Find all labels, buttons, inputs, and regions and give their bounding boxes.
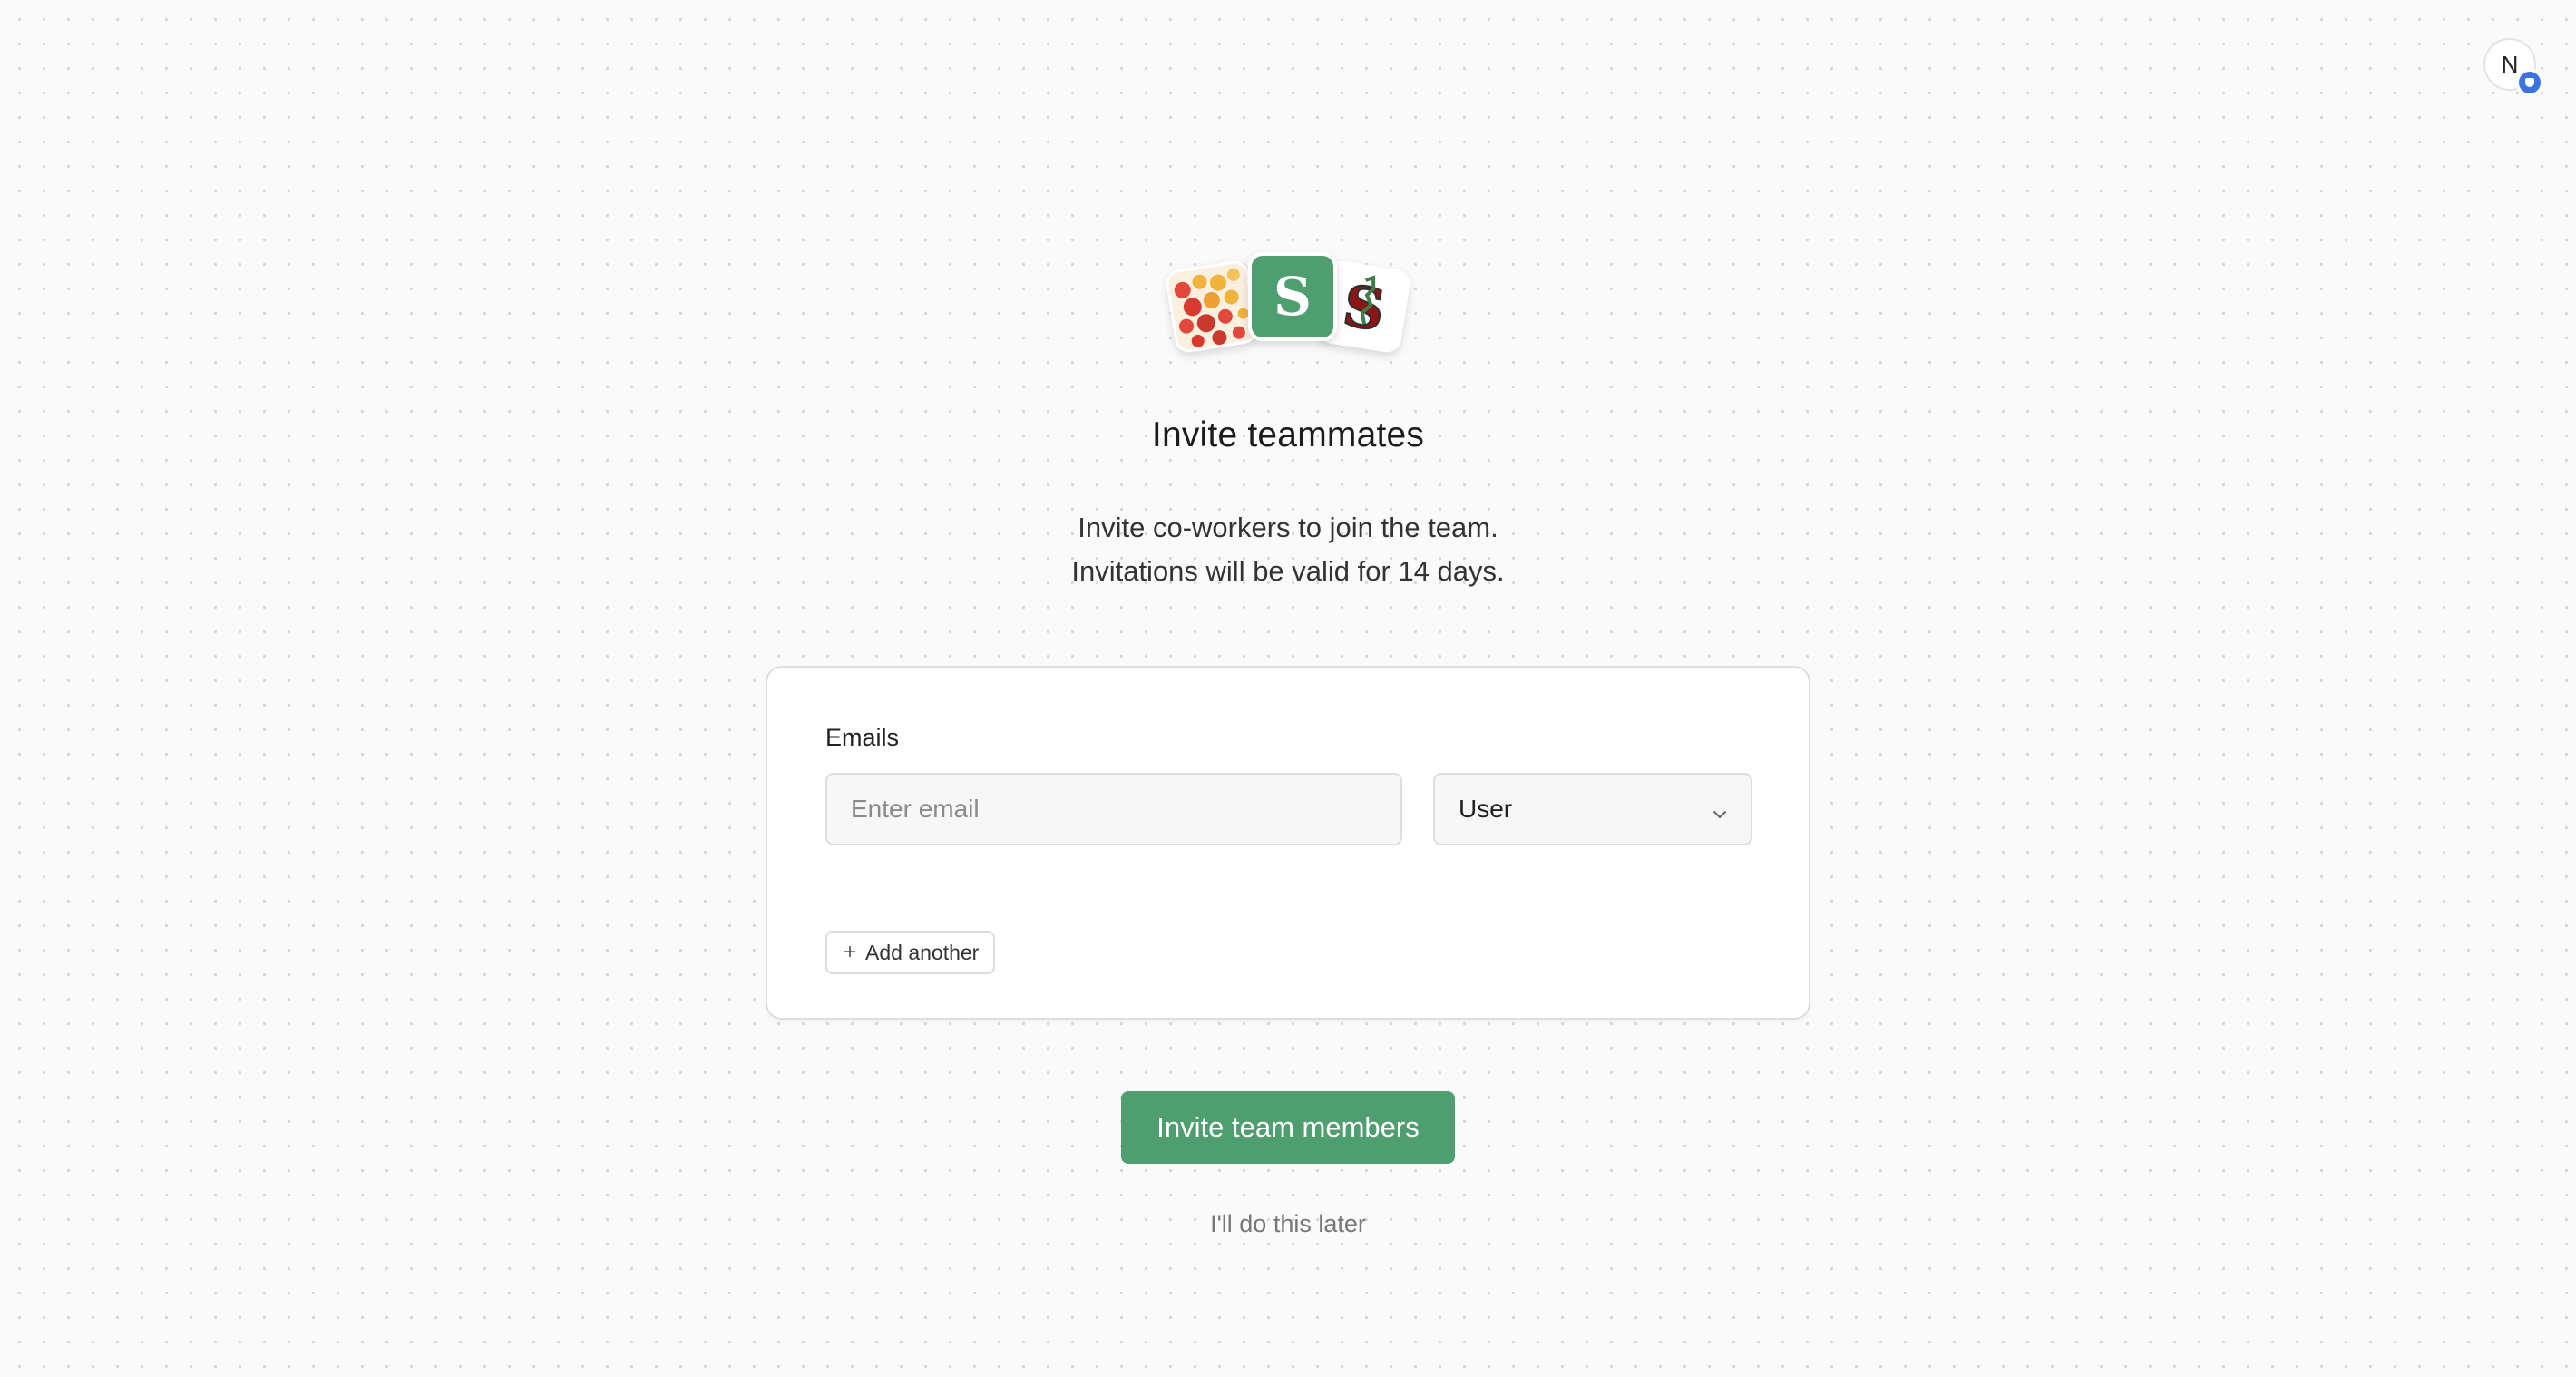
- avatar-initial: N: [2501, 50, 2519, 78]
- shield-icon: [2516, 69, 2543, 96]
- role-select-value: User: [1459, 795, 1513, 823]
- plus-icon: +: [844, 940, 857, 964]
- page-title: Invite teammates: [1151, 415, 1425, 454]
- page-subtitle-line-2: Invitations will be valid for 14 days.: [1071, 555, 1505, 587]
- email-input[interactable]: [825, 773, 1402, 845]
- polka-dot-logo: [1164, 259, 1260, 355]
- chevron-down-icon: [1711, 801, 1727, 818]
- s-logo: S: [1248, 252, 1337, 341]
- s-logo-letter: S: [1273, 266, 1312, 327]
- emails-label: Emails: [825, 724, 900, 751]
- skip-later-label: I'll do this later: [1210, 1210, 1366, 1237]
- add-another-label: Add another: [865, 940, 980, 964]
- page-subtitle-line-1: Invite co-workers to join the team.: [1078, 512, 1498, 543]
- skip-later-link[interactable]: I'll do this later: [0, 1210, 2576, 1238]
- invite-team-members-label: Invite team members: [1156, 1111, 1420, 1143]
- role-select[interactable]: User: [1433, 773, 1752, 845]
- add-another-button[interactable]: + Add another: [825, 931, 996, 974]
- invite-form-card: Emails User + Add another: [766, 666, 1810, 1020]
- invite-team-members-button[interactable]: Invite team members: [1121, 1091, 1455, 1164]
- workspace-logos: S S: [1163, 247, 1413, 365]
